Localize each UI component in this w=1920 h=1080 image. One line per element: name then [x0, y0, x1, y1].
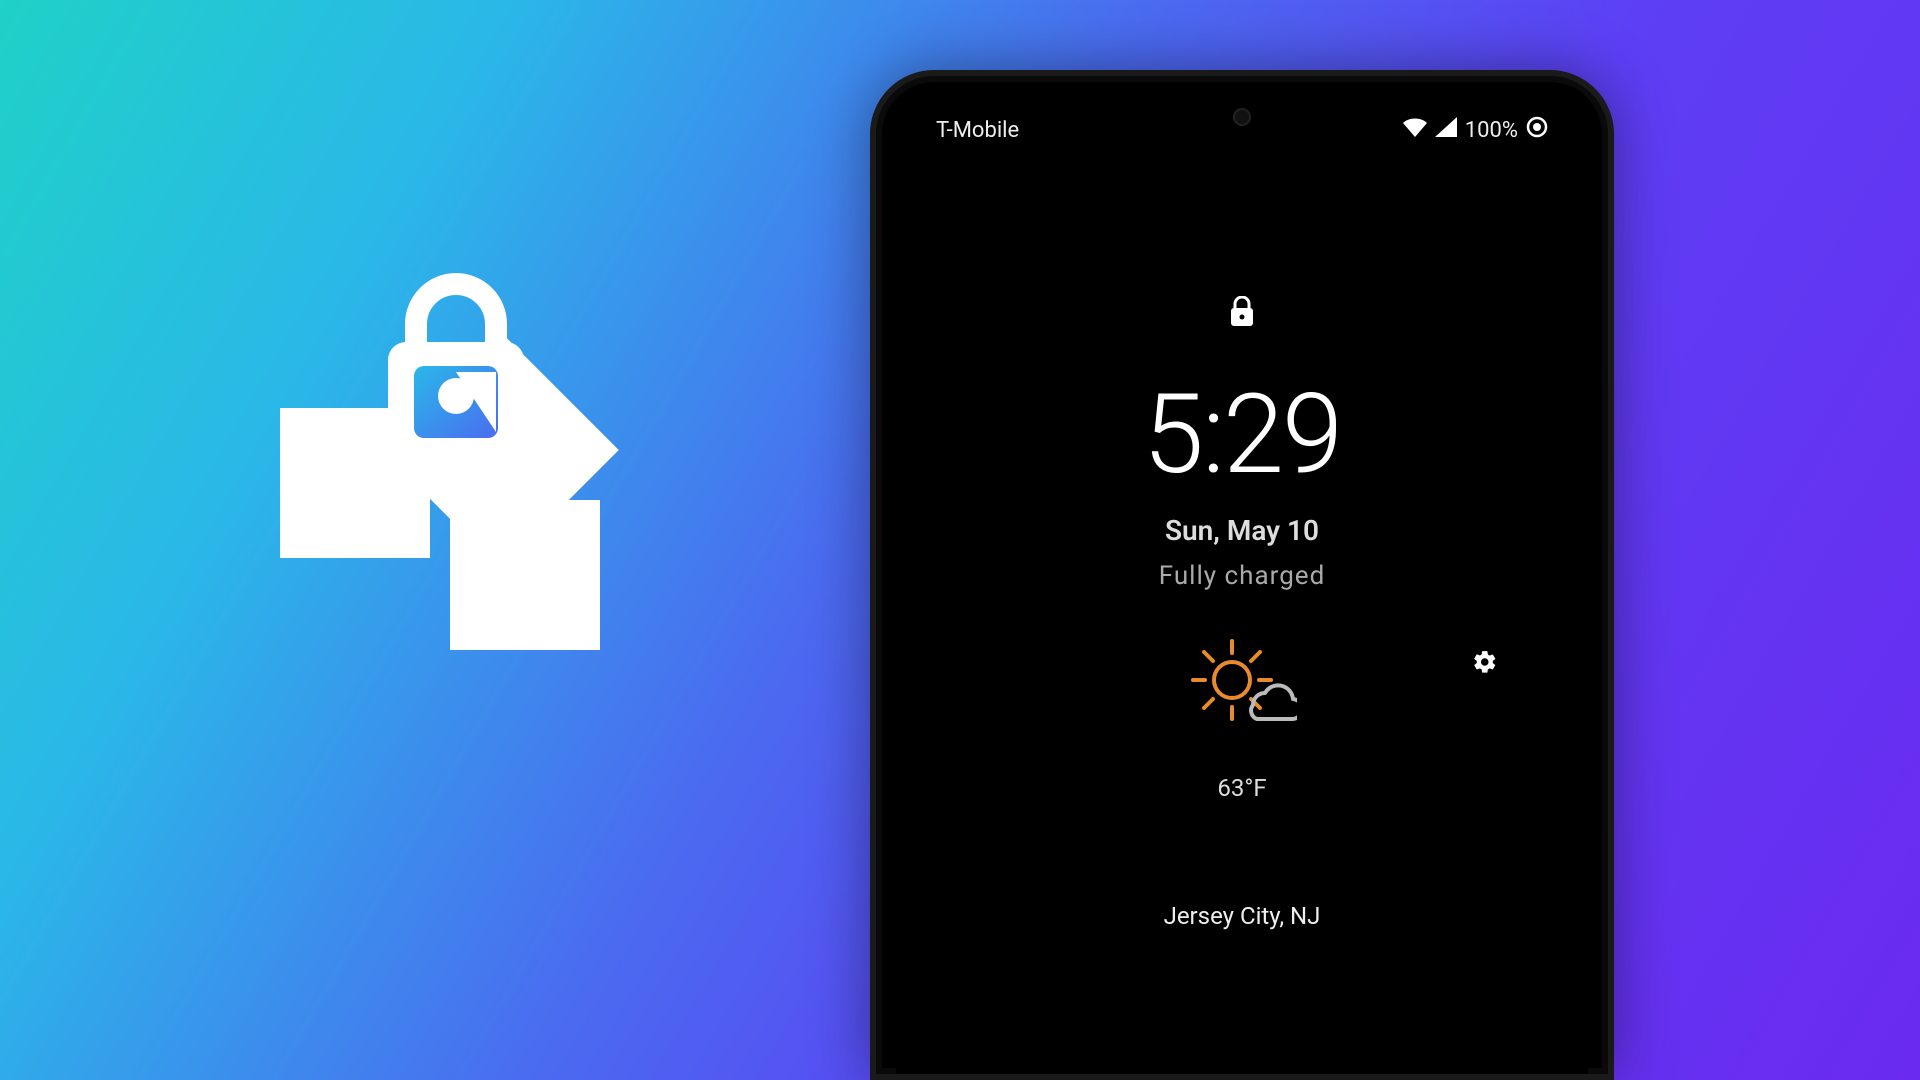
weather-settings-button[interactable]	[1472, 649, 1498, 679]
location-label: Jersey City, NJ	[1164, 902, 1321, 930]
phone-notch	[1152, 96, 1332, 136]
lockscreen[interactable]: 5:29 Sun, May 10 Fully charged	[896, 96, 1588, 1074]
volume-button	[1608, 396, 1614, 526]
weather-sun-cloud-icon	[1187, 635, 1297, 734]
date-label: Sun, May 10	[1165, 514, 1319, 547]
clock-time: 5:29	[1143, 380, 1341, 490]
weather-widget[interactable]	[896, 635, 1588, 734]
charge-status-label: Fully charged	[1159, 561, 1326, 591]
lock-icon	[1229, 296, 1255, 332]
app-logo	[260, 260, 660, 660]
temperature-label: 63°F	[1217, 774, 1266, 802]
power-button	[1608, 696, 1614, 896]
phone-screen[interactable]: T-Mobile 100%	[896, 96, 1588, 1074]
phone-frame: T-Mobile 100%	[870, 70, 1614, 1080]
